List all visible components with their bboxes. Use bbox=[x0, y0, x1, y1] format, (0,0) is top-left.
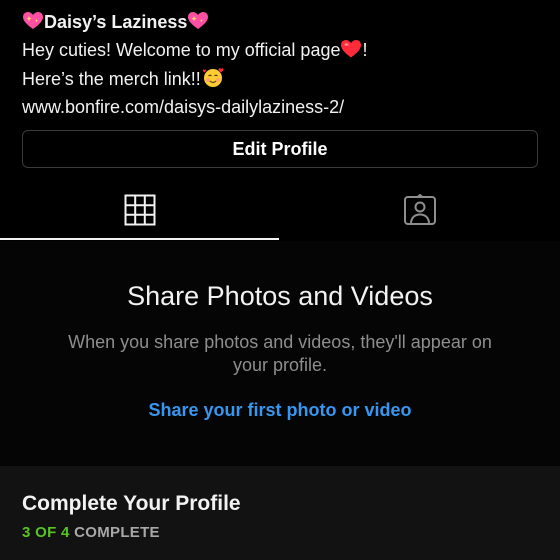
bio-welcome-line: Hey cuties! Welcome to my official page … bbox=[22, 38, 542, 66]
tab-posts-grid[interactable] bbox=[0, 184, 280, 241]
tagged-person-icon bbox=[403, 194, 437, 231]
bio-link[interactable]: www.bonfire.com/daisys-dailylaziness-2/ bbox=[22, 95, 542, 120]
edit-profile-button[interactable]: Edit Profile bbox=[22, 130, 538, 168]
bio-welcome-text: Hey cuties! Welcome to my official page bbox=[22, 40, 341, 60]
bio-merch-text: Here’s the merch link!! bbox=[22, 69, 201, 89]
smiling-face-with-hearts-icon bbox=[201, 66, 225, 95]
active-tab-indicator bbox=[0, 238, 279, 240]
bio-welcome-end: ! bbox=[362, 40, 368, 60]
sparkling-heart-icon bbox=[187, 11, 209, 38]
tab-tagged[interactable] bbox=[280, 184, 560, 241]
profile-tabs bbox=[0, 184, 560, 241]
profile-progress-status: 3 OF 4 COMPLETE bbox=[22, 524, 160, 541]
complete-profile-section: Complete Your Profile 3 OF 4 COMPLETE bbox=[0, 466, 560, 560]
profile-bio: Daisy’s Laziness Hey cuties! Welcome to … bbox=[22, 10, 542, 120]
profile-name: Daisy’s Laziness bbox=[44, 12, 188, 32]
sparkling-heart-icon bbox=[22, 11, 44, 38]
bio-merch-line: Here’s the merch link!! bbox=[22, 66, 542, 95]
bio-name-line: Daisy’s Laziness bbox=[22, 10, 542, 38]
grid-icon bbox=[124, 194, 156, 231]
progress-complete-label: COMPLETE bbox=[69, 524, 160, 541]
empty-state-title: Share Photos and Videos bbox=[127, 281, 433, 311]
progress-done-count: 3 OF 4 bbox=[22, 524, 70, 541]
empty-posts-section: Share Photos and Videos When you share p… bbox=[0, 241, 560, 466]
empty-state-subtitle: When you share photos and videos, they'l… bbox=[68, 332, 492, 375]
complete-profile-title: Complete Your Profile bbox=[22, 492, 241, 515]
share-first-photo-link[interactable]: Share your first photo or video bbox=[0, 400, 560, 421]
red-heart-icon bbox=[340, 39, 362, 66]
